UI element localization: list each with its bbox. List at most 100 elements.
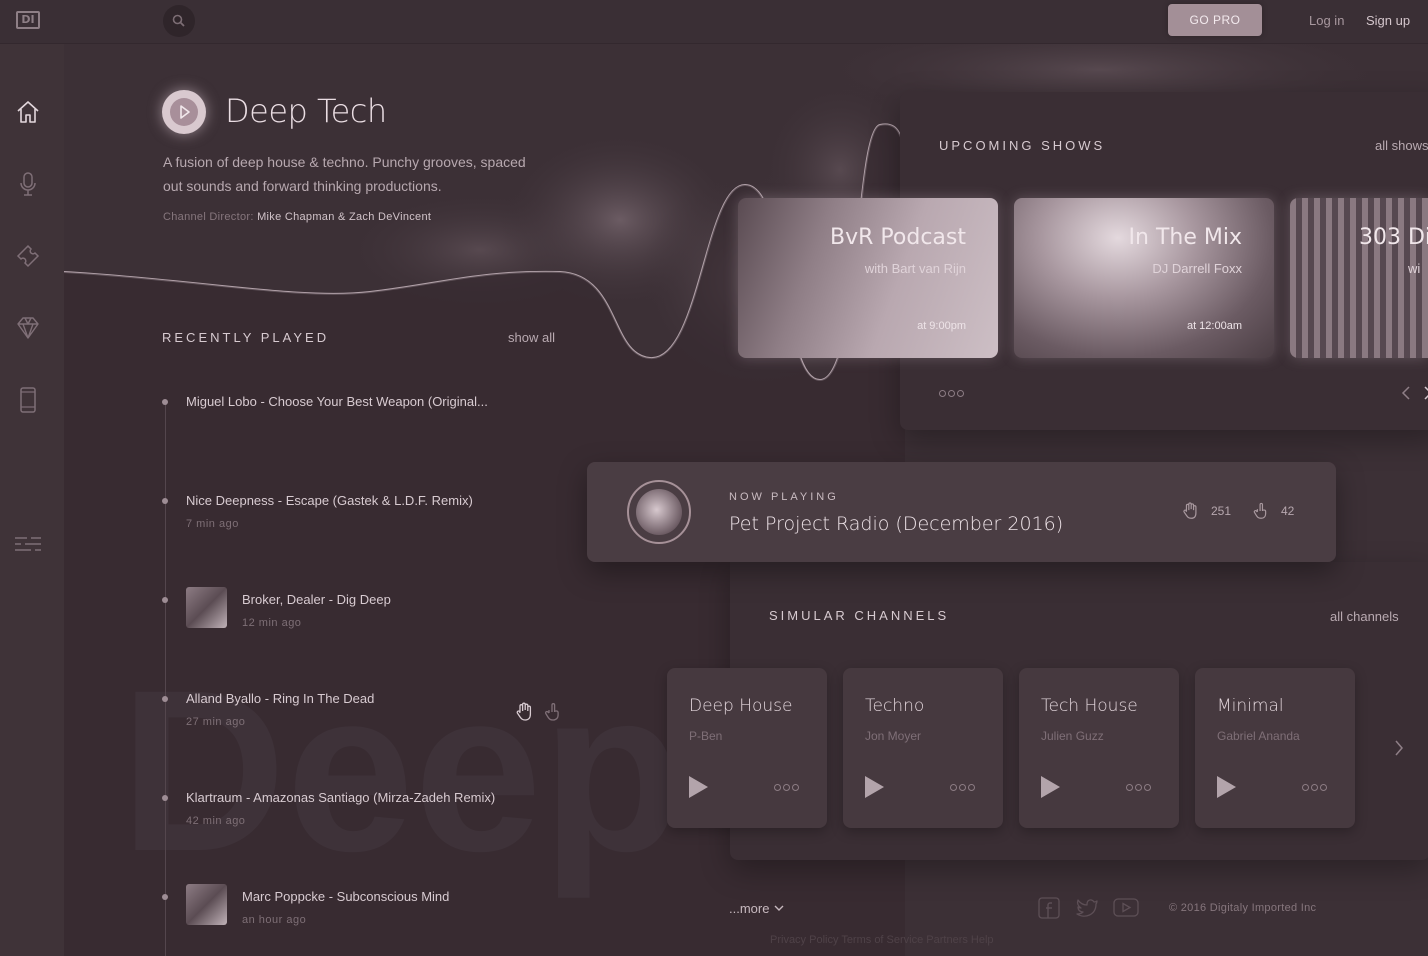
track-artwork[interactable] [186,884,227,925]
play-icon[interactable] [689,776,708,798]
sidebar-item-premium[interactable] [14,314,42,342]
track-title[interactable]: Miguel Lobo - Choose Your Best Weapon (O… [186,394,488,409]
channel-play-button[interactable] [162,90,206,134]
show-title: In The Mix [1128,225,1242,250]
deep-watermark: Deep [120,642,682,899]
sidebar-item-events[interactable] [14,242,42,270]
now-playing-artwork[interactable] [627,480,691,544]
recently-played-item[interactable]: Marc Poppcke - Subconscious Mind an hour … [0,0,560,926]
show-title: 303 Di [1359,225,1428,250]
show-card-303[interactable]: 303 Di wi [1290,198,1428,358]
sidebar-item-settings[interactable] [14,530,42,558]
track-time: 42 min ago [186,815,246,827]
more-label: ...more [729,901,770,916]
track-time: 7 min ago [186,518,239,530]
play-icon[interactable] [1217,776,1236,798]
track-title[interactable]: Nice Deepness - Escape (Gastek & L.D.F. … [186,493,473,508]
like-hand-icon[interactable] [514,701,536,723]
dislike-count: 42 [1281,504,1295,518]
microphone-icon [20,172,36,196]
similar-channels-heading: SIMULAR CHANNELS [769,608,950,623]
upcoming-shows-heading: UPCOMING SHOWS [939,138,1106,153]
timeline-dot [162,399,168,405]
more-options-icon[interactable] [774,784,799,791]
show-title: BvR Podcast [830,225,966,250]
track-title[interactable]: Klartraum - Amazonas Santiago (Mirza-Zad… [186,790,495,805]
ticket-icon [16,244,40,268]
sidebar-item-apps[interactable] [14,386,42,414]
show-subtitle: with Bart van Rijn [864,261,966,276]
more-options-icon[interactable] [950,784,975,791]
sidebar-item-shows[interactable] [14,170,42,198]
channel-card[interactable]: Deep House P-Ben [667,668,827,828]
all-channels-link[interactable]: all channels [1330,609,1399,624]
track-time: an hour ago [242,914,307,926]
now-playing-label: NOW PLAYING [729,491,839,503]
show-all-link[interactable]: show all [508,330,555,345]
show-time: at 12:00am [1186,320,1242,332]
chevron-right-icon[interactable] [1392,738,1406,758]
channel-director: Julien Guzz [1041,729,1104,743]
like-count: 251 [1211,504,1232,518]
timeline-dot [162,597,168,603]
timeline-line [165,402,166,956]
chevron-left-icon[interactable] [1400,385,1414,401]
more-options-icon[interactable] [1126,784,1151,791]
chevron-right-icon[interactable] [1420,385,1428,401]
go-pro-button[interactable]: GO PRO [1168,4,1262,36]
login-link[interactable]: Log in [1309,13,1344,28]
channel-director: Jon Moyer [865,729,922,743]
timeline-dot [162,795,168,801]
channel-name: Minimal [1217,696,1284,716]
show-subtitle: wi [1408,261,1421,276]
mobile-device-icon [20,387,36,413]
channel-title: Deep Tech [225,92,387,130]
facebook-icon[interactable] [1038,897,1060,919]
sidebar-item-home[interactable] [14,98,42,126]
sidebar [0,44,64,956]
more-options-icon[interactable] [1302,784,1327,791]
dislike-hand-icon[interactable] [542,701,564,723]
track-title[interactable]: Marc Poppcke - Subconscious Mind [242,889,449,904]
signup-link[interactable]: Sign up [1366,13,1410,28]
channel-card[interactable]: Techno Jon Moyer [843,668,1003,828]
like-hand-icon[interactable] [1181,501,1201,521]
director-label: Channel Director: [163,211,254,223]
chevron-down-icon [774,905,784,911]
now-playing-bar: NOW PLAYING Pet Project Radio (December … [587,462,1336,562]
show-subtitle: DJ Darrell Foxx [1152,261,1242,276]
track-title[interactable]: Broker, Dealer - Dig Deep [242,592,391,607]
twitter-icon[interactable] [1075,897,1099,919]
track-time: 27 min ago [186,716,246,728]
play-icon[interactable] [865,776,884,798]
channel-director: Gabriel Ananda [1217,729,1300,743]
channel-director: P-Ben [689,729,723,743]
youtube-icon[interactable] [1113,897,1139,919]
recently-played-heading: RECENTLY PLAYED [162,330,330,345]
more-link[interactable]: ...more [729,901,785,916]
timeline-dot [162,696,168,702]
play-icon[interactable] [1041,776,1060,798]
channel-name: Tech House [1041,696,1138,716]
track-artwork[interactable] [186,587,227,628]
dislike-hand-icon[interactable] [1251,501,1271,521]
show-card-in-the-mix[interactable]: In The Mix DJ Darrell Foxx at 12:00am [1014,198,1274,358]
director-names[interactable]: Mike Chapman & Zach DeVincent [257,211,431,223]
channel-name: Deep House [689,696,793,716]
footer-links[interactable]: Privacy Policy Terms of Service Partners… [770,934,994,946]
track-title[interactable]: Alland Byallo - Ring In The Dead [186,691,374,706]
sliders-icon [15,537,41,551]
timeline-dot [162,894,168,900]
show-card-bvr-podcast[interactable]: BvR Podcast with Bart van Rijn at 9:00pm [738,198,998,358]
channel-card[interactable]: Minimal Gabriel Ananda [1195,668,1355,828]
channel-director: Channel Director: Mike Chapman & Zach De… [163,211,431,223]
channel-card[interactable]: Tech House Julien Guzz [1019,668,1179,828]
diamond-icon [17,317,39,339]
play-icon [180,105,190,119]
all-shows-link[interactable]: all shows [1375,138,1428,153]
timeline-dot [162,498,168,504]
more-options-icon[interactable] [939,390,964,397]
show-time: at 9:00pm [917,320,966,332]
channel-description: A fusion of deep house & techno. Punchy … [163,154,526,194]
home-icon [17,101,39,123]
